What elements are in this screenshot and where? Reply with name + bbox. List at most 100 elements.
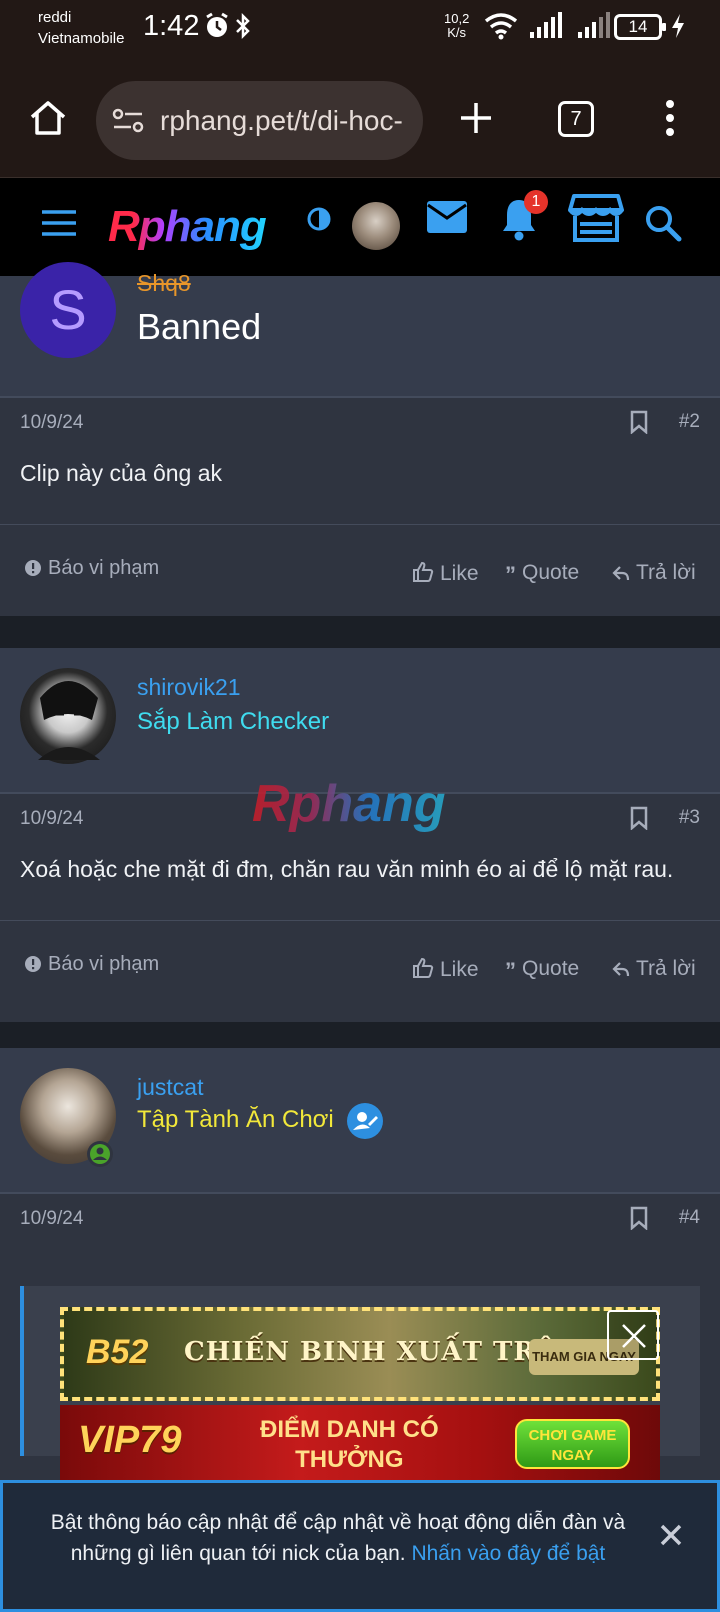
quote-label: Quote	[522, 957, 580, 980]
site-logo[interactable]: Rphang	[108, 202, 267, 252]
post-card: S Shq8 Banned 10/9/24 #2 Clip này của ôn…	[0, 262, 720, 616]
tab-switcher-button[interactable]: 7	[558, 101, 594, 137]
post-user-row: justcat Tập Tành Ăn Chơi	[0, 1048, 720, 1194]
browser-toolbar: rphang.pet/t/di-hoc- 7	[0, 58, 720, 178]
home-icon[interactable]	[28, 98, 68, 138]
address-bar[interactable]: rphang.pet/t/di-hoc-	[96, 81, 423, 160]
post-actions: Báo vi phạm Like ” Quote Trả lời	[0, 920, 720, 1012]
ad-cta-2[interactable]: CHƠI GAME NGAY	[515, 1419, 630, 1469]
new-tab-icon[interactable]	[458, 100, 494, 136]
search-icon[interactable]	[644, 204, 682, 242]
bookmark-icon[interactable]	[630, 410, 648, 434]
reply-label: Trả lời	[636, 561, 696, 584]
post-user-row: S Shq8 Banned	[0, 262, 720, 398]
alert-icon	[25, 956, 41, 972]
hamburger-menu-icon[interactable]	[40, 208, 78, 238]
ad-banner-2[interactable]: VIP79 ĐIỂM DANH CÓ THƯỞNG CHƠI GAME NGAY	[60, 1405, 660, 1482]
bluetooth-icon	[236, 12, 250, 40]
post-body: Xoá hoặc che mặt đi đm, chăn rau văn min…	[20, 856, 674, 882]
avatar-illustration	[38, 681, 100, 760]
quote-button[interactable]: ” Quote	[505, 561, 579, 588]
url-text[interactable]: rphang.pet/t/di-hoc-	[160, 105, 410, 137]
username[interactable]: justcat	[137, 1074, 203, 1101]
status-time: 1:42	[143, 10, 200, 42]
report-button[interactable]: Báo vi phạm	[24, 557, 159, 580]
ad-title-1: CHIẾN BINH XUẤT TRẬN	[184, 1337, 582, 1367]
avatar[interactable]: S	[20, 262, 116, 358]
like-label: Like	[440, 562, 479, 585]
post-date[interactable]: 10/9/24	[20, 1208, 83, 1230]
post-card: shirovik21 Sắp Làm Checker 10/9/24 #3 Xo…	[0, 648, 720, 1022]
net-speed-value: 10,2	[444, 11, 470, 26]
net-speed: 10,2 K/s	[444, 12, 469, 40]
notification-prompt-text: Bật thông báo cập nhật để cập nhật về ho…	[23, 1507, 653, 1569]
carrier-line-1: reddi	[38, 9, 72, 26]
wifi-icon	[484, 13, 518, 40]
report-label: Báo vi phạm	[48, 953, 160, 975]
post-number[interactable]: #3	[679, 807, 700, 829]
advertisement-banner[interactable]: B52 CHIẾN BINH XUẤT TRẬN THAM GIA NGAY V…	[60, 1307, 660, 1482]
verified-badge-icon	[347, 1103, 383, 1139]
ad-brand-2: VIP79	[78, 1419, 182, 1461]
signal-icon-1	[530, 12, 562, 38]
post-date[interactable]: 10/9/24	[20, 808, 83, 830]
quote-button[interactable]: ” Quote	[505, 957, 579, 984]
reply-button[interactable]: Trả lời	[612, 561, 696, 585]
quote-icon: ”	[505, 562, 516, 587]
thumbs-up-icon	[413, 957, 434, 978]
post-number[interactable]: #2	[679, 411, 700, 433]
user-title: Sắp Làm Checker	[137, 708, 330, 735]
shop-icon[interactable]	[568, 192, 624, 244]
online-status-icon	[87, 1141, 113, 1167]
site-settings-icon[interactable]	[112, 108, 144, 134]
alarm-icon	[206, 12, 228, 37]
charging-icon	[672, 14, 684, 38]
reply-label: Trả lời	[636, 957, 696, 980]
user-title: Banned	[137, 306, 262, 347]
ad-close-button[interactable]	[607, 1310, 659, 1360]
post-number[interactable]: #4	[679, 1207, 700, 1229]
close-icon[interactable]	[659, 1523, 683, 1547]
close-icon	[622, 1324, 646, 1348]
enable-notifications-link[interactable]: Nhấn vào đây để bật	[411, 1542, 605, 1565]
messages-icon[interactable]	[426, 200, 468, 234]
ad-brand-1: B52	[86, 1333, 149, 1371]
battery-indicator: 14	[614, 14, 666, 40]
report-label: Báo vi phạm	[48, 557, 160, 579]
username[interactable]: shirovik21	[137, 674, 241, 701]
status-bar: reddi Vietnamobile 1:42 10,2 K/s 14	[0, 0, 720, 58]
ad-banner-1[interactable]: B52 CHIẾN BINH XUẤT TRẬN THAM GIA NGAY	[60, 1307, 660, 1401]
site-header: Rphang 1	[0, 178, 720, 276]
ad-title-2: ĐIỂM DANH CÓ THƯỞNG	[260, 1415, 439, 1475]
reply-icon	[612, 566, 630, 581]
account-avatar[interactable]	[352, 202, 400, 250]
carrier-label: reddi Vietnamobile	[38, 7, 124, 49]
user-title: Tập Tành Ăn Chơi	[137, 1106, 334, 1133]
thumbs-up-icon	[413, 561, 434, 582]
bookmark-icon[interactable]	[630, 1206, 648, 1230]
push-notification-prompt: Bật thông báo cập nhật để cập nhật về ho…	[0, 1480, 720, 1612]
screen: reddi Vietnamobile 1:42 10,2 K/s 14 rpha…	[0, 0, 720, 1612]
theme-toggle-icon[interactable]	[306, 206, 332, 232]
reply-button[interactable]: Trả lời	[612, 957, 696, 981]
avatar[interactable]	[20, 668, 116, 764]
quote-label: Quote	[522, 561, 580, 584]
reply-icon	[612, 962, 630, 977]
like-button[interactable]: Like	[412, 561, 479, 586]
post-user-row: shirovik21 Sắp Làm Checker	[0, 648, 720, 794]
more-menu-icon[interactable]	[664, 98, 676, 138]
alert-icon	[25, 560, 41, 576]
post-actions: Báo vi phạm Like ” Quote Trả lời	[0, 524, 720, 616]
bookmark-icon[interactable]	[630, 806, 648, 830]
username[interactable]: Shq8	[137, 270, 191, 297]
notification-count-badge: 1	[524, 190, 548, 214]
quote-icon: ”	[505, 958, 516, 983]
post-body: Clip này của ông ak	[20, 460, 223, 486]
net-speed-unit: K/s	[447, 25, 467, 40]
ad-cta-2-line-2: NGAY	[551, 1447, 594, 1464]
report-button[interactable]: Báo vi phạm	[24, 953, 159, 976]
like-button[interactable]: Like	[412, 957, 479, 982]
site-watermark: Rphang	[252, 775, 446, 833]
ad-title-2-line-1: ĐIỂM DANH CÓ	[260, 1416, 439, 1443]
post-date[interactable]: 10/9/24	[20, 412, 83, 434]
